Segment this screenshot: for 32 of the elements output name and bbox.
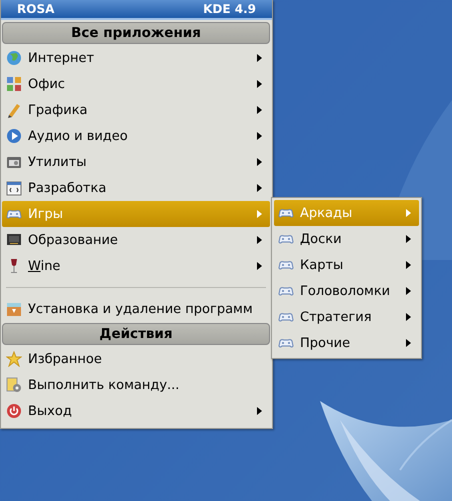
menu-item[interactable]: Доски xyxy=(274,226,419,252)
toolbox-icon xyxy=(6,154,22,170)
power-icon xyxy=(6,403,22,419)
code-icon xyxy=(6,180,22,196)
distro-name: ROSA xyxy=(17,2,54,16)
menu-item[interactable]: Образование xyxy=(2,227,270,253)
menu-item[interactable]: Выход xyxy=(2,398,270,424)
monitor-icon xyxy=(6,232,22,248)
menu-item[interactable]: Аудио и видео xyxy=(2,123,270,149)
menu-item[interactable]: Карты xyxy=(274,252,419,278)
play-icon xyxy=(6,128,22,144)
menu-item[interactable]: Интернет xyxy=(2,45,270,71)
menu-item[interactable]: Головоломки xyxy=(274,278,419,304)
office-icon xyxy=(6,76,22,92)
menu-item[interactable]: Утилиты xyxy=(2,149,270,175)
menu-item[interactable]: Выполнить команду... xyxy=(2,372,270,398)
menu-item[interactable]: Разработка xyxy=(2,175,270,201)
menu-item[interactable]: Графика xyxy=(2,97,270,123)
menu-item[interactable]: Избранное xyxy=(2,346,270,372)
globe-icon xyxy=(6,50,22,66)
menu-item[interactable]: Wine xyxy=(2,253,270,279)
menu-item[interactable]: Прочие xyxy=(274,330,419,356)
version-label: KDE 4.9 xyxy=(203,2,256,16)
star-icon xyxy=(6,351,22,367)
menu-item[interactable]: Стратегия xyxy=(274,304,419,330)
pencil-icon xyxy=(6,102,22,118)
menu-item[interactable]: Офис xyxy=(2,71,270,97)
menu-item[interactable]: Установка и удаление программ xyxy=(2,296,270,322)
box-icon xyxy=(6,301,22,317)
section-header: Действия xyxy=(2,323,270,345)
section-header: Все приложения xyxy=(2,22,270,44)
run-command-icon xyxy=(6,377,22,393)
